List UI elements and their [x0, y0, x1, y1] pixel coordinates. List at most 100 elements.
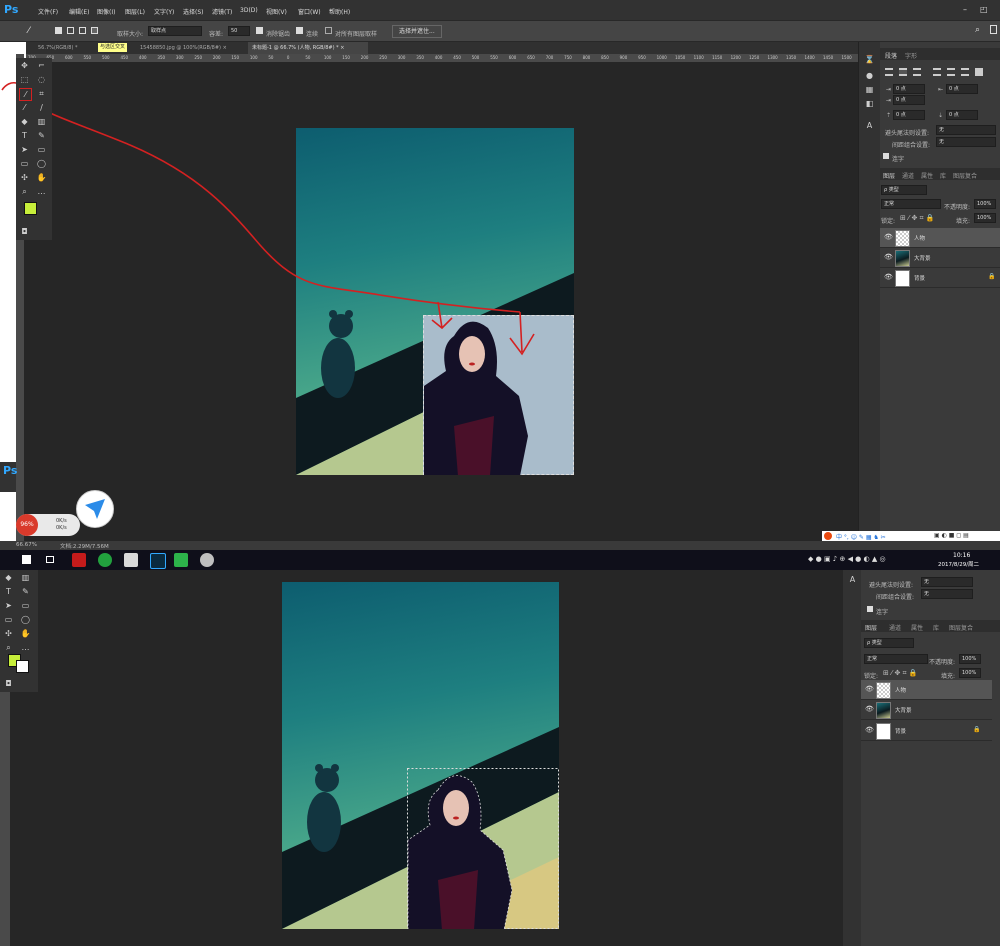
tab-properties[interactable]: 属性 [921, 171, 933, 180]
filezilla-icon[interactable] [72, 553, 86, 567]
eraser-tool-icon[interactable]: ◆ [19, 116, 30, 127]
justify-center-icon[interactable] [947, 68, 955, 76]
layer-row-big-background-2[interactable]: 👁 大背景 [861, 700, 992, 720]
justify-all-icon[interactable] [975, 68, 983, 76]
more-tools-icon-2[interactable]: … [20, 642, 31, 653]
tab-glyphs[interactable]: 字形 [905, 51, 917, 60]
magic-wand-icon[interactable]: ⁄ [28, 26, 30, 36]
background-color-swatch-2[interactable] [16, 660, 29, 673]
menu-filter[interactable]: 滤镜(T) [212, 7, 232, 16]
pen-tool-icon[interactable]: ✎ [36, 130, 47, 141]
align-right-icon[interactable] [913, 68, 921, 76]
visibility-eye-icon[interactable]: 👁 [884, 273, 893, 281]
move-tool-icon[interactable]: ✥ [19, 60, 30, 71]
path-select-tool-icon-2[interactable]: ➤ [3, 600, 14, 611]
color-icon[interactable]: ● [864, 70, 875, 81]
opacity-input[interactable]: 100% [974, 199, 996, 209]
crop-tool-icon[interactable]: ⌗ [36, 88, 47, 99]
menu-help[interactable]: 帮助(H) [329, 7, 350, 16]
layer-row-person[interactable]: 👁 人物 [880, 228, 1000, 248]
menu-view[interactable]: 视图(V) [266, 7, 287, 16]
lock-icons-2[interactable]: ⊞ ⁄ ✥ ⌗ 🔒 [883, 669, 917, 678]
lock-icons[interactable]: ⊞ ⁄ ✥ ⌗ 🔒 [900, 214, 934, 223]
layer-row-person-2[interactable]: 👁 人物 [861, 680, 992, 700]
photoshop-taskbar-icon[interactable] [150, 553, 166, 569]
subtract-selection-icon[interactable] [79, 27, 86, 34]
fill-input[interactable]: 100% [974, 213, 996, 223]
canvas-area[interactable] [1, 62, 858, 546]
align-center-icon[interactable] [899, 68, 907, 76]
gradient-tool-icon[interactable]: ▥ [36, 116, 47, 127]
menu-type[interactable]: 文字(Y) [154, 7, 174, 16]
tab-channels[interactable]: 通道 [902, 171, 914, 180]
zoom-tool-icon-2[interactable]: ⌕ [3, 642, 14, 653]
tray-icons[interactable]: ◆ ● ▣ ♪ ⊕ ◀ ● ◐ ▲ ◎ [808, 555, 886, 563]
tab-libraries-2[interactable]: 库 [933, 623, 939, 632]
tab-document-1[interactable]: 56.7%(RGB/8) * [34, 42, 82, 54]
hand-tool-icon[interactable]: ✋ [36, 172, 47, 183]
workspace-icon[interactable] [990, 25, 997, 34]
foreground-color-swatch[interactable] [24, 202, 37, 215]
layer-row-background-2[interactable]: 👁 背景 🔒 [861, 721, 992, 741]
type-tool-icon[interactable]: T [19, 130, 30, 141]
opacity-input-2[interactable]: 100% [959, 654, 981, 664]
indent-right-input[interactable]: 0 点 [946, 84, 978, 94]
zoom-tool-icon[interactable]: ⌕ [19, 186, 30, 197]
layer-filter-select[interactable]: ρ 类型 [881, 185, 927, 195]
visibility-eye-icon[interactable]: 👁 [884, 233, 893, 241]
antialias-checkbox[interactable] [256, 27, 263, 34]
task-view-icon[interactable] [46, 556, 54, 563]
sogou-icon[interactable] [824, 532, 832, 540]
ellipse-tool-icon-2[interactable]: ◯ [20, 614, 31, 625]
kinsoku-select-2[interactable]: 无 [921, 577, 973, 587]
space-after-input[interactable]: 0 点 [946, 110, 978, 120]
lasso-tool-icon[interactable]: ◌ [36, 74, 47, 85]
pen-tool-icon-2[interactable]: ✎ [20, 586, 31, 597]
visibility-eye-icon[interactable]: 👁 [865, 705, 874, 713]
tab-libraries[interactable]: 库 [940, 171, 946, 180]
fill-input-2[interactable]: 100% [959, 668, 981, 678]
tab-document-2[interactable]: 15458850.jpg @ 100%(RGB/8#) × [136, 42, 231, 54]
shape-tool-icon[interactable]: ▭ [19, 158, 30, 169]
intersect-selection-icon[interactable] [91, 27, 98, 34]
tab-layers[interactable]: 图层 [883, 171, 895, 180]
grey-app-icon[interactable] [200, 553, 214, 567]
swatches-icon[interactable]: ▦ [864, 84, 875, 95]
adjustments-icon[interactable]: ◧ [864, 98, 875, 109]
hyphen-checkbox[interactable] [883, 153, 889, 159]
space-before-input[interactable]: 0 点 [893, 110, 925, 120]
layer-row-big-background[interactable]: 👁 大背景 [880, 248, 1000, 268]
hand-tool-icon-2[interactable]: ✋ [20, 628, 31, 639]
indent-left-input[interactable]: 0 点 [893, 84, 925, 94]
more-tools-icon[interactable]: … [36, 186, 47, 197]
rectangle-tool-icon-2[interactable]: ▭ [20, 600, 31, 611]
sample-size-select[interactable]: 取样点 [148, 26, 202, 36]
window-controls-mini[interactable]: ▣ ◐ ■ ◻ ▤ [934, 532, 969, 539]
character-icon-2[interactable]: A [847, 574, 858, 585]
tab-properties-2[interactable]: 属性 [911, 623, 923, 632]
ellipse-tool-icon[interactable]: ◯ [36, 158, 47, 169]
bird-app-icon[interactable] [76, 490, 114, 528]
character-icon[interactable]: A [864, 120, 875, 131]
marquee-tool-icon[interactable]: ⬚ [19, 74, 30, 85]
spacing-select-2[interactable]: 无 [921, 589, 973, 599]
new-selection-icon[interactable] [55, 27, 62, 34]
tab-paragraph[interactable]: 段落 [885, 51, 897, 60]
ime-icons[interactable]: 中 °, ☺ ✎ ▦ ♞ ✂ [836, 532, 886, 541]
rectangle-tool-icon[interactable]: ▭ [36, 144, 47, 155]
path-select-tool-icon[interactable]: ➤ [19, 144, 30, 155]
artboard-tool-icon[interactable]: ⌐ [36, 60, 47, 71]
kinsoku-select[interactable]: 无 [936, 125, 996, 135]
network-speed-widget[interactable]: 96% 0K/s 0K/s [16, 514, 80, 536]
tab-layer-comps[interactable]: 图层复合 [953, 171, 977, 180]
justify-right-icon[interactable] [961, 68, 969, 76]
blend-mode-select[interactable]: 正常 [881, 199, 941, 209]
all-layers-checkbox[interactable] [325, 27, 332, 34]
menu-file[interactable]: 文件(F) [38, 7, 58, 16]
minimize-button[interactable]: – [963, 5, 967, 14]
type-tool-icon-2[interactable]: T [3, 586, 14, 597]
visibility-eye-icon[interactable]: 👁 [865, 726, 874, 734]
zoom-level[interactable]: 66.67% [16, 542, 37, 548]
menu-select[interactable]: 选择(S) [183, 7, 204, 16]
add-selection-icon[interactable] [67, 27, 74, 34]
